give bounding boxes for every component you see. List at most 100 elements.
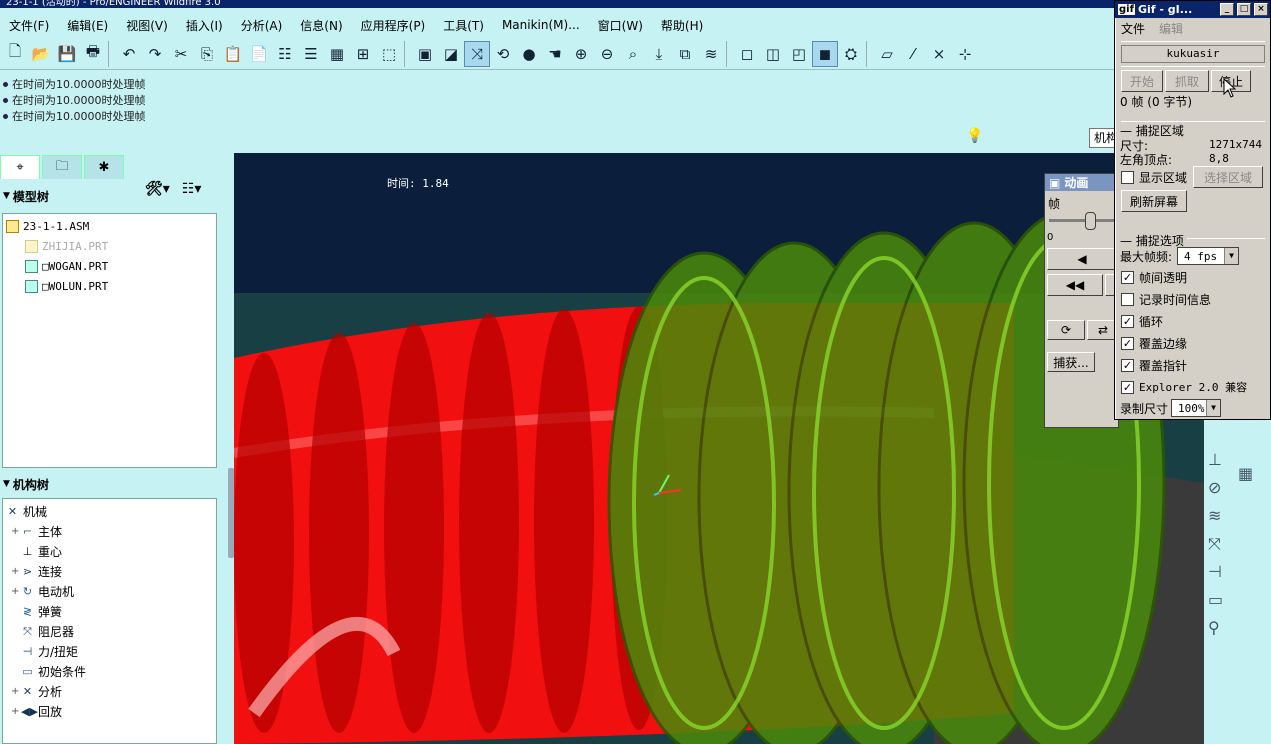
force-tool-icon[interactable]: ⊣: [1208, 562, 1222, 581]
orient-icon[interactable]: ◪: [438, 41, 464, 67]
loop-mode-button[interactable]: ⟳: [1047, 320, 1085, 340]
expand-icon[interactable]: +: [11, 526, 21, 537]
coordinate-system-icon[interactable]: ⊹: [952, 41, 978, 67]
menu-manikin[interactable]: Manikin(M)...: [493, 18, 589, 32]
datum-axes-icon[interactable]: ⁄: [900, 41, 926, 67]
menu-insert[interactable]: 插入(I): [177, 17, 232, 34]
datum-planes-icon[interactable]: ▱: [874, 41, 900, 67]
no-hidden-icon[interactable]: ◰: [786, 41, 812, 67]
capture-name-field[interactable]: kukuasir: [1121, 45, 1265, 63]
tab-favorites[interactable]: ✱: [84, 155, 124, 179]
print-icon[interactable]: 🖶: [80, 41, 106, 67]
gif-menu-file[interactable]: 文件: [1121, 20, 1145, 37]
pan-hand-icon[interactable]: ☚: [542, 41, 568, 67]
max-fps-select[interactable]: 4 fps ▼: [1177, 247, 1239, 265]
maximize-button[interactable]: □: [1237, 3, 1251, 16]
orient-mode-icon[interactable]: ⟲: [490, 41, 516, 67]
mech-tree-header[interactable]: ▼ 机构树: [0, 471, 220, 497]
tree-item[interactable]: ⊥ 重心: [11, 541, 62, 561]
rewind-button[interactable]: ◀◀: [1047, 274, 1103, 296]
tree-item[interactable]: ⤧ 阻尼器: [11, 621, 74, 641]
zoom-in-icon[interactable]: ⊕: [568, 41, 594, 67]
spring-tool-icon[interactable]: ≋: [1208, 506, 1221, 525]
option-checkbox[interactable]: ✓ 循环: [1121, 313, 1163, 330]
regenerate-manager-icon[interactable]: ☰: [298, 41, 324, 67]
menu-applications[interactable]: 应用程序(P): [352, 17, 435, 34]
checkbox-box[interactable]: ✓: [1121, 359, 1134, 372]
tree-item[interactable]: ✕ 机械: [6, 501, 47, 521]
cut-icon[interactable]: ✂: [168, 41, 194, 67]
tree-item[interactable]: ▭ 初始条件: [11, 661, 86, 681]
step-back-button[interactable]: ◀: [1047, 248, 1117, 270]
frame-slider-track[interactable]: [1049, 219, 1115, 222]
checkbox-box[interactable]: [1121, 171, 1134, 184]
menu-file[interactable]: 文件(F): [0, 17, 58, 34]
menu-tools[interactable]: 工具(T): [434, 17, 493, 34]
menu-edit[interactable]: 编辑(E): [58, 17, 117, 34]
new-file-icon[interactable]: 🗋: [2, 41, 28, 67]
damper-tool-icon[interactable]: ⤧: [1208, 534, 1221, 554]
expand-icon[interactable]: +: [11, 586, 21, 597]
refit-icon[interactable]: ⌕: [620, 41, 646, 67]
gravity-tool-icon[interactable]: ⊥: [1208, 450, 1222, 469]
gif-menu-edit[interactable]: 编辑: [1159, 20, 1183, 37]
checkbox-box[interactable]: ✓: [1121, 337, 1134, 350]
tree-item[interactable]: + ⌐ 主体: [11, 521, 62, 541]
initial-condition-tool-icon[interactable]: ▭: [1208, 590, 1223, 609]
spin-center-icon[interactable]: ⤨: [464, 40, 490, 67]
record-size-select[interactable]: 100% ▼: [1171, 399, 1221, 417]
menu-info[interactable]: 信息(N): [291, 17, 351, 34]
tree-item[interactable]: + ◀▶ 回放: [11, 701, 62, 721]
start-button[interactable]: 开始: [1121, 70, 1163, 92]
refresh-screen-button[interactable]: 刷新屏幕: [1121, 190, 1187, 212]
menu-view[interactable]: 视图(V): [117, 17, 177, 34]
tree-tools-icon[interactable]: 🛠▾: [145, 181, 170, 197]
tab-folder-browser[interactable]: 🗀: [42, 155, 82, 179]
zoom-out-icon[interactable]: ⊖: [594, 41, 620, 67]
saved-views-icon[interactable]: ⧉: [672, 41, 698, 67]
model-tree-settings-icon[interactable]: ⛭: [838, 41, 864, 67]
servo-motor-tool-icon[interactable]: ⊘: [1208, 478, 1221, 497]
tree-item[interactable]: ≷ 弹簧: [11, 601, 62, 621]
show-area-checkbox[interactable]: 显示区域: [1121, 169, 1187, 186]
regenerate-icon[interactable]: ☷: [272, 41, 298, 67]
repaint-icon[interactable]: ▣: [412, 41, 438, 67]
copy-icon[interactable]: ⎘: [194, 41, 220, 67]
paste-special-icon[interactable]: 📄: [246, 41, 272, 67]
shading-icon[interactable]: ◼: [812, 40, 838, 67]
tree-item[interactable]: + ⋗ 连接: [11, 561, 62, 581]
grid-tool-icon[interactable]: ▦: [1238, 464, 1253, 483]
wireframe-icon[interactable]: ◻: [734, 41, 760, 67]
option-checkbox[interactable]: ✓ 覆盖边缘: [1121, 335, 1187, 352]
menu-help[interactable]: 帮助(H): [652, 17, 712, 34]
tab-model-tree[interactable]: ⌖: [0, 155, 40, 179]
mass-properties-tool-icon[interactable]: ⚲: [1208, 618, 1220, 637]
tree-item[interactable]: + ↻ 电动机: [11, 581, 74, 601]
tree-settings-icon[interactable]: ☷▾: [182, 181, 202, 197]
minimize-button[interactable]: _: [1220, 3, 1234, 16]
datum-points-icon[interactable]: ×: [926, 41, 952, 67]
capture-button[interactable]: 捕获...: [1047, 352, 1095, 372]
tree-item[interactable]: 23-1-1.ASM: [6, 216, 89, 236]
layers-icon[interactable]: ≋: [698, 41, 724, 67]
menu-window[interactable]: 窗口(W): [589, 17, 652, 34]
expand-icon[interactable]: +: [11, 566, 21, 577]
selection-box-icon[interactable]: ⬚: [376, 41, 402, 67]
paste-icon[interactable]: 📋: [220, 41, 246, 67]
open-folder-icon[interactable]: 📂: [28, 41, 54, 67]
shading-sphere-icon[interactable]: ●: [516, 41, 542, 67]
tree-item[interactable]: □WOGAN.PRT: [25, 256, 108, 276]
checkbox-box[interactable]: ✓: [1121, 315, 1134, 328]
select-filter-icon[interactable]: ▦: [324, 41, 350, 67]
frame-slider-thumb[interactable]: [1085, 212, 1096, 230]
tree-item[interactable]: ZHIJIA.PRT: [25, 236, 108, 256]
checkbox-box[interactable]: [1121, 293, 1134, 306]
redo-icon[interactable]: ↷: [142, 41, 168, 67]
option-checkbox[interactable]: ✓ Explorer 2.0 兼容: [1121, 379, 1247, 395]
hidden-line-icon[interactable]: ◫: [760, 41, 786, 67]
close-button[interactable]: ×: [1254, 3, 1268, 16]
find-icon[interactable]: ⊞: [350, 41, 376, 67]
light-bulb-icon[interactable]: 💡: [966, 128, 983, 144]
menu-analysis[interactable]: 分析(A): [232, 17, 292, 34]
undo-icon[interactable]: ↶: [116, 41, 142, 67]
